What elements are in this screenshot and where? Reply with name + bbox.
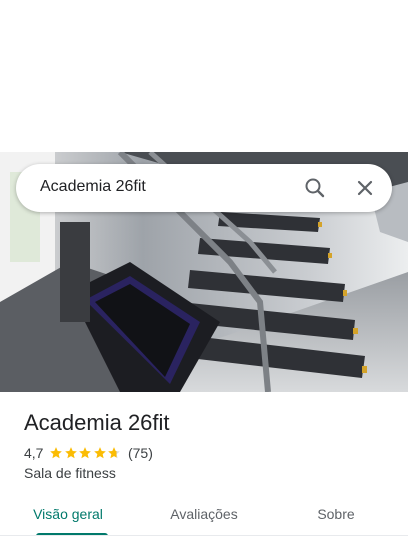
search-icon[interactable] — [303, 176, 327, 200]
tab-divider — [0, 535, 408, 536]
star-icon — [79, 447, 92, 459]
star-icon — [108, 447, 121, 459]
rating-row[interactable]: 4,7 (75) — [24, 444, 153, 462]
tab-reviews[interactable]: Avaliações — [136, 492, 272, 536]
tab-label: Sobre — [317, 506, 355, 522]
search-bar[interactable]: Academia 26fit — [16, 164, 392, 212]
tab-bar: Visão geral Avaliações Sobre — [0, 492, 408, 536]
tab-label: Visão geral — [33, 506, 103, 522]
tab-overview[interactable]: Visão geral — [0, 492, 136, 536]
search-input[interactable]: Academia 26fit — [40, 178, 146, 196]
close-icon[interactable] — [353, 176, 377, 200]
star-icon — [94, 447, 106, 459]
tab-about[interactable]: Sobre — [268, 492, 404, 536]
place-title: Academia 26fit — [24, 410, 170, 435]
tab-label: Avaliações — [170, 506, 238, 522]
rating-stars — [49, 446, 122, 460]
star-icon — [65, 447, 77, 459]
review-count[interactable]: (75) — [128, 445, 153, 461]
place-category[interactable]: Sala de fitness — [24, 465, 116, 481]
rating-value: 4,7 — [24, 445, 44, 461]
star-icon — [50, 447, 63, 459]
